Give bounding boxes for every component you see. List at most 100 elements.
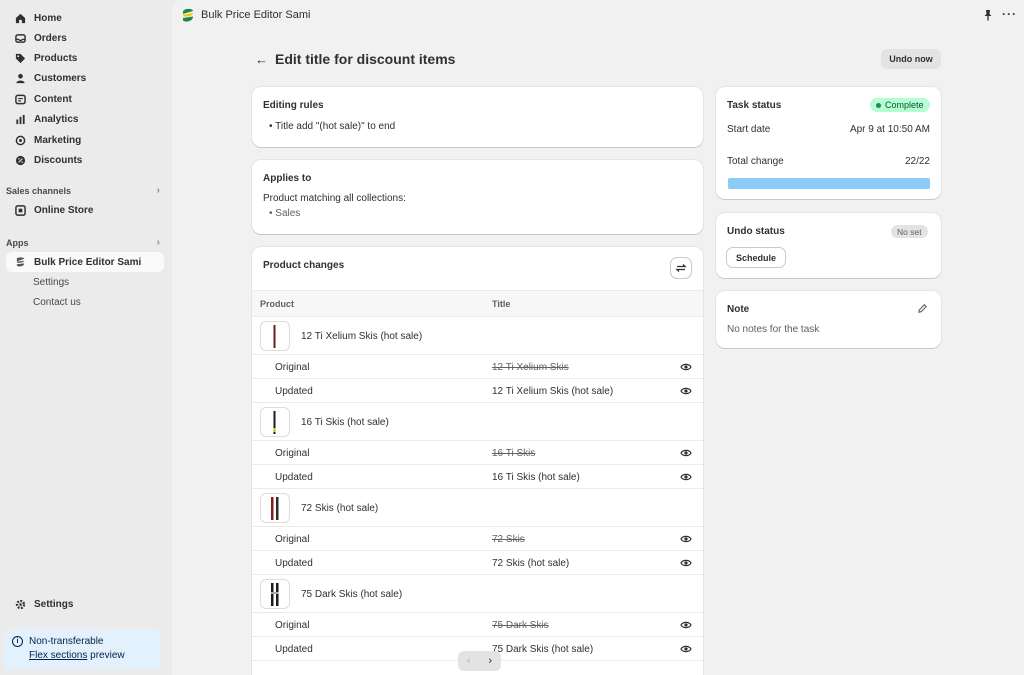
original-row: Original 16 Ti Skis bbox=[252, 441, 703, 465]
info-icon: i bbox=[12, 636, 23, 647]
eye-icon[interactable] bbox=[680, 619, 692, 631]
next-page-button[interactable]: › bbox=[480, 651, 502, 671]
product-thumbnail bbox=[260, 493, 290, 523]
nav-marketing[interactable]: Marketing bbox=[6, 130, 164, 150]
store-icon bbox=[14, 204, 26, 216]
nav-label: Products bbox=[34, 52, 78, 64]
nav-app-bulk-price-editor[interactable]: Bulk Price Editor Sami bbox=[6, 252, 164, 272]
chevron-right-icon: › bbox=[156, 185, 160, 196]
app-settings-link[interactable]: Settings bbox=[33, 277, 69, 288]
status-dot-icon bbox=[876, 102, 881, 108]
nav-analytics[interactable]: Analytics bbox=[6, 109, 164, 129]
app-logo-icon bbox=[14, 256, 26, 268]
eye-icon[interactable] bbox=[680, 361, 692, 373]
task-status-title: Task status bbox=[727, 100, 782, 111]
eye-icon[interactable] bbox=[680, 643, 692, 655]
start-date-value: Apr 9 at 10:50 AM bbox=[849, 124, 930, 135]
pin-icon[interactable] bbox=[982, 9, 994, 21]
undo-status-title: Undo status bbox=[727, 226, 785, 237]
nav-label: Discounts bbox=[34, 154, 83, 166]
home-icon bbox=[14, 12, 26, 24]
applies-to-text: Product matching all collections: bbox=[263, 193, 406, 204]
updated-label: Updated bbox=[275, 472, 313, 483]
nav-orders[interactable]: Orders bbox=[6, 28, 164, 48]
note-title: Note bbox=[727, 304, 750, 315]
plan-notice: i Non-transferable Flex sections preview bbox=[4, 629, 160, 669]
pagination: ‹ › bbox=[458, 651, 501, 671]
eye-icon[interactable] bbox=[680, 385, 692, 397]
schedule-button[interactable]: Schedule bbox=[727, 248, 785, 267]
updated-row: Updated 72 Skis (hot sale) bbox=[252, 551, 703, 575]
original-row: Original 75 Dark Skis bbox=[252, 613, 703, 637]
original-row: Original 12 Ti Xelium Skis bbox=[252, 355, 703, 379]
applies-to-card: Applies to Product matching all collecti… bbox=[252, 160, 703, 234]
original-title: 75 Dark Skis bbox=[492, 620, 549, 631]
undo-status-card: Undo status No set Schedule bbox=[716, 213, 941, 278]
apps-header[interactable]: Apps › bbox=[6, 237, 164, 248]
updated-label: Updated bbox=[275, 558, 313, 569]
more-actions-icon[interactable]: ··· bbox=[1002, 7, 1017, 21]
nav-home[interactable]: Home bbox=[6, 8, 164, 28]
product-row[interactable]: 72 Skis (hot sale) bbox=[252, 489, 703, 527]
edit-pencil-icon[interactable] bbox=[917, 303, 928, 317]
product-row[interactable]: 12 Ti Xelium Skis (hot sale) bbox=[252, 317, 703, 355]
product-row[interactable]: 16 Ti Skis (hot sale) bbox=[252, 403, 703, 441]
nav-products[interactable]: Products bbox=[6, 48, 164, 68]
eye-icon[interactable] bbox=[680, 447, 692, 459]
eye-icon[interactable] bbox=[680, 533, 692, 545]
updated-title: 16 Ti Skis (hot sale) bbox=[492, 472, 580, 483]
editing-rules-title: Editing rules bbox=[263, 100, 324, 111]
progress-fill bbox=[728, 178, 930, 189]
task-status-card: Task status Complete Start date Apr 9 at… bbox=[716, 87, 941, 199]
original-label: Original bbox=[275, 620, 310, 631]
sales-channels-header[interactable]: Sales channels › bbox=[6, 185, 164, 196]
updated-title: 12 Ti Xelium Skis (hot sale) bbox=[492, 386, 614, 397]
back-arrow-icon[interactable]: ← bbox=[255, 52, 268, 67]
nav-label: Content bbox=[34, 93, 72, 105]
product-thumbnail bbox=[260, 321, 290, 351]
nav-label: Analytics bbox=[34, 113, 79, 125]
undo-status-badge: No set bbox=[891, 225, 928, 238]
nav-content[interactable]: Content bbox=[6, 89, 164, 109]
total-change-value: 22/22 bbox=[904, 156, 930, 167]
discount-icon bbox=[14, 154, 26, 166]
collection-item: • Sales bbox=[269, 208, 301, 219]
product-row[interactable]: 75 Dark Skis (hot sale) bbox=[252, 575, 703, 613]
note-card: Note No notes for the task bbox=[716, 291, 941, 348]
status-badge: Complete bbox=[870, 98, 930, 112]
nav-label: Settings bbox=[34, 598, 74, 610]
page-title: Edit title for discount items bbox=[275, 51, 456, 67]
applies-to-title: Applies to bbox=[263, 173, 312, 184]
nav-online-store[interactable]: Online Store bbox=[6, 200, 164, 220]
original-label: Original bbox=[275, 534, 310, 545]
updated-title: 72 Skis (hot sale) bbox=[492, 558, 570, 569]
updated-label: Updated bbox=[275, 386, 313, 397]
updated-label: Updated bbox=[275, 644, 313, 655]
product-name: 72 Skis (hot sale) bbox=[301, 503, 379, 514]
inbox-icon bbox=[14, 32, 26, 44]
sales-channels-label: Sales channels bbox=[6, 185, 72, 196]
notice-title: Non-transferable bbox=[29, 636, 104, 647]
start-date-label: Start date bbox=[727, 124, 771, 135]
app-contact-link[interactable]: Contact us bbox=[33, 297, 81, 308]
nav-settings[interactable]: Settings bbox=[6, 594, 164, 614]
nav-label: Online Store bbox=[34, 204, 94, 216]
nav-customers[interactable]: Customers bbox=[6, 68, 164, 88]
app-topbar: Bulk Price Editor Sami ··· bbox=[172, 0, 1024, 31]
refresh-button[interactable] bbox=[671, 258, 691, 278]
product-thumbnail bbox=[260, 579, 290, 609]
nav-label: Customers bbox=[34, 72, 87, 84]
person-icon bbox=[14, 72, 26, 84]
prev-page-button[interactable]: ‹ bbox=[458, 651, 480, 671]
original-title: 72 Skis bbox=[492, 534, 525, 545]
col-product: Product bbox=[260, 299, 295, 309]
note-text: No notes for the task bbox=[727, 324, 820, 335]
eye-icon[interactable] bbox=[680, 557, 692, 569]
table-header: Product Title bbox=[252, 290, 703, 317]
eye-icon[interactable] bbox=[680, 471, 692, 483]
flex-sections-link[interactable]: Flex sections bbox=[29, 650, 87, 661]
sidebar: Home Orders Products Customers Content A… bbox=[0, 0, 172, 675]
nav-discounts[interactable]: Discounts bbox=[6, 150, 164, 170]
col-title: Title bbox=[492, 299, 511, 309]
undo-now-button[interactable]: Undo now bbox=[881, 49, 941, 69]
